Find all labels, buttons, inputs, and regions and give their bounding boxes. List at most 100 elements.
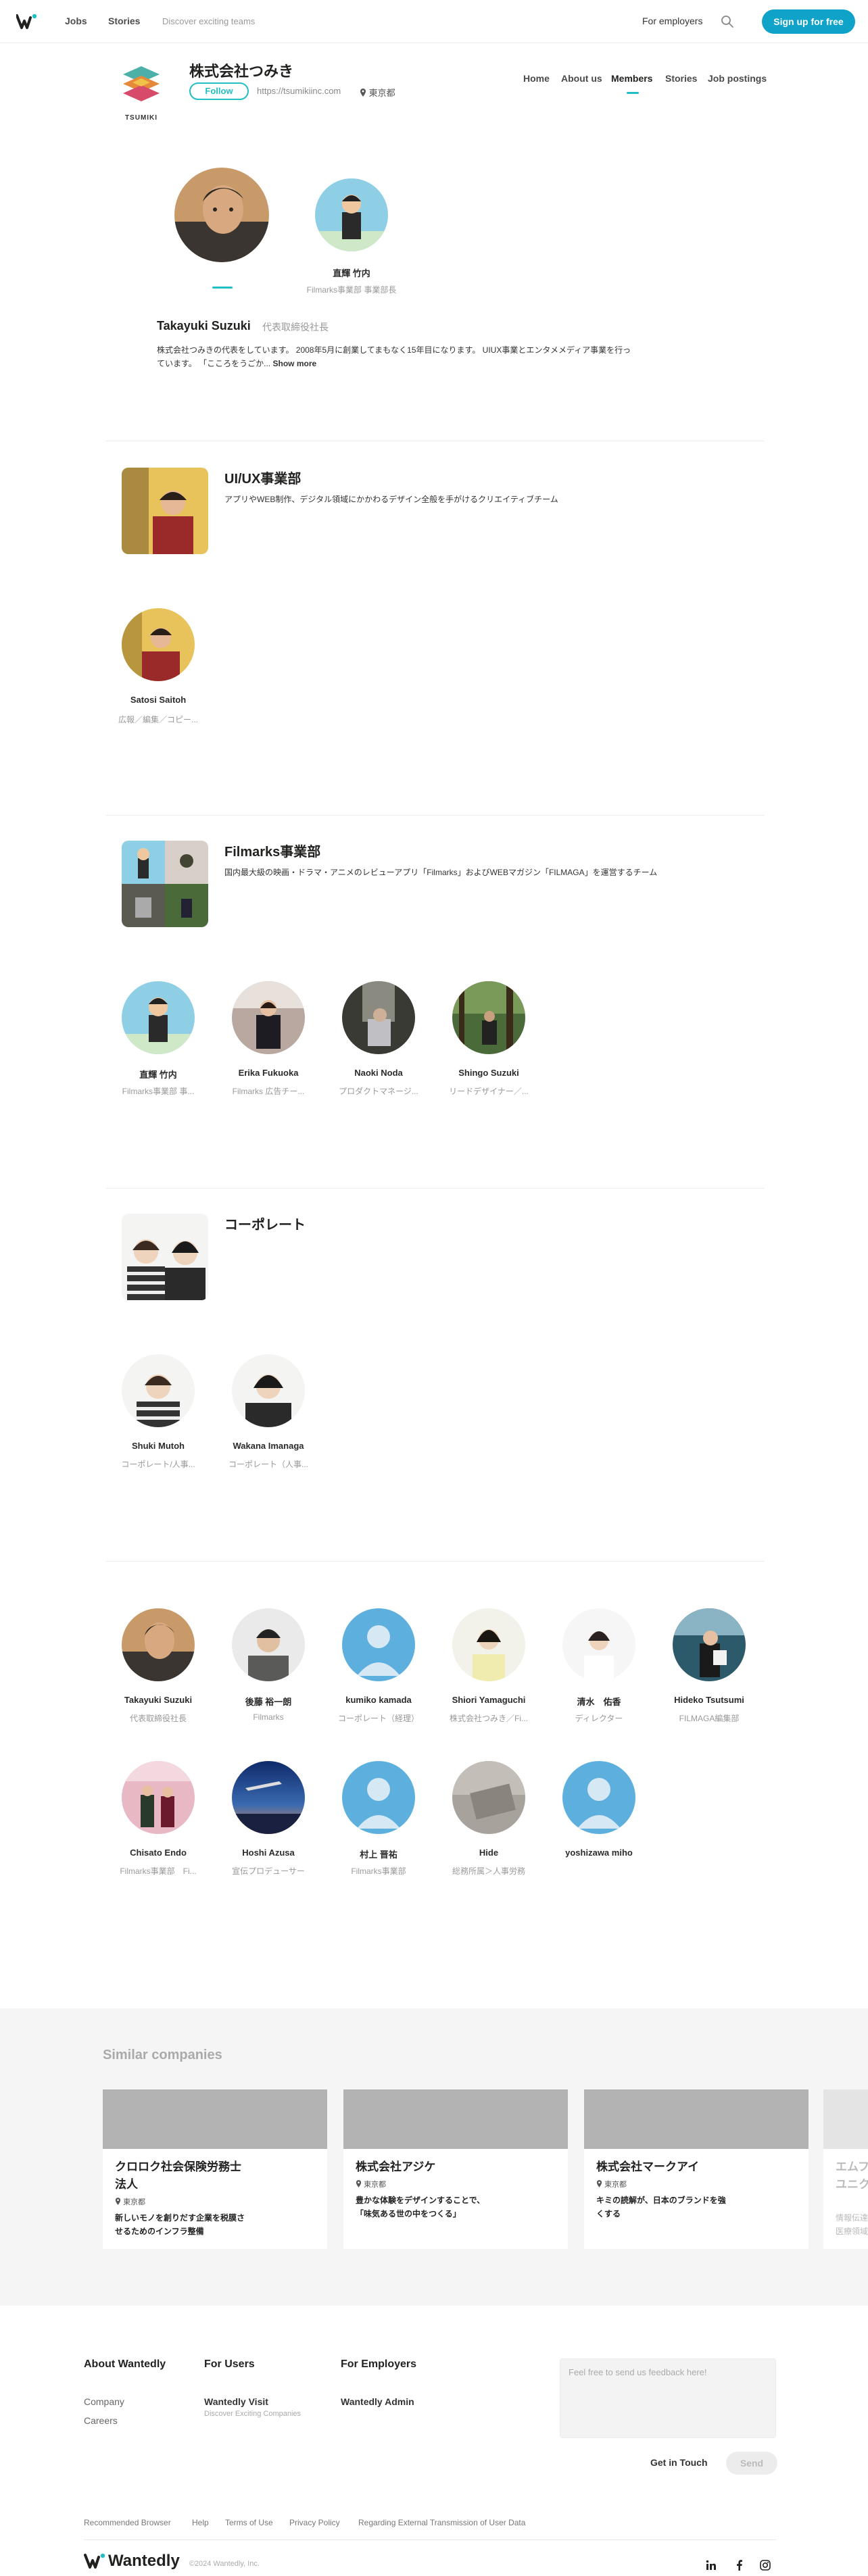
footer-wantedly-visit-link[interactable]: Wantedly Visit	[204, 2396, 268, 2407]
member-avatar-naoki-takeuchi[interactable]	[315, 178, 388, 251]
member-avatar-shimizu[interactable]	[562, 1608, 635, 1681]
card-name-line: 法人	[115, 2178, 138, 2191]
instagram-icon[interactable]	[760, 2560, 771, 2571]
team-image-filmarks[interactable]	[122, 841, 208, 927]
member-avatar-yoshizawa[interactable]	[562, 1761, 635, 1834]
search-icon[interactable]	[721, 15, 734, 28]
default-user-icon	[342, 1761, 415, 1834]
tab-members[interactable]: Members	[611, 73, 652, 84]
company-card[interactable]: 株式会社アジケ 東京都 豊かな体験をデザインすることで、 「味気ある世の中をつく…	[343, 2089, 568, 2249]
tab-job-postings[interactable]: Job postings	[708, 73, 767, 84]
footer-careers-link[interactable]: Careers	[84, 2415, 118, 2426]
footer-legal-link[interactable]: Recommended Browser	[84, 2518, 171, 2527]
company-card-name: 株式会社マークアイ	[596, 2158, 796, 2176]
member-avatar-satosi[interactable]	[122, 608, 195, 681]
tab-home[interactable]: Home	[523, 73, 550, 84]
footer-legal-link[interactable]: Help	[192, 2518, 209, 2527]
footer-legal-link[interactable]: Regarding External Transmission of User …	[358, 2518, 525, 2527]
footer-wantedly-admin-link[interactable]: Wantedly Admin	[341, 2396, 414, 2407]
company-card-location: 東京都	[356, 2179, 386, 2189]
team-title: コーポレート	[224, 1218, 306, 1233]
company-card-location: 東京都	[596, 2179, 627, 2189]
member-avatar-chisato[interactable]	[122, 1761, 195, 1834]
member-role: コーポレート/人事...	[121, 1460, 195, 1469]
similar-companies-title: Similar companies	[103, 2048, 222, 2062]
company-card-image	[823, 2089, 868, 2149]
card-desc-line: 豊かな体験をデザインすることで、	[356, 2196, 485, 2205]
card-desc-line: くする	[596, 2209, 621, 2219]
member-avatar-kumiko[interactable]	[342, 1608, 415, 1681]
member-avatar-hoshi[interactable]	[232, 1761, 305, 1834]
team-title: Filmarks事業部	[224, 845, 321, 860]
footer-legal-link[interactable]: Privacy Policy	[289, 2518, 340, 2527]
location-pin-icon	[360, 89, 366, 97]
company-card-name: エムフ ユニク	[836, 2158, 868, 2194]
company-logo[interactable]: TSUMIKI	[119, 65, 164, 122]
member-avatar-hide[interactable]	[452, 1761, 525, 1834]
signup-button[interactable]: Sign up for free	[762, 9, 855, 34]
brand-wordmark: Wantedly	[108, 2552, 180, 2570]
copyright-text: ©2024 Wantedly, Inc.	[189, 2560, 260, 2568]
wantedly-logo-icon[interactable]	[16, 14, 38, 30]
top-navbar: Jobs Stories Discover exciting teams For…	[0, 0, 868, 43]
nav-stories[interactable]: Stories	[108, 16, 140, 26]
bio-line: ています。 「こころをうごか...	[157, 359, 271, 368]
member-name: yoshizawa miho	[565, 1848, 633, 1858]
company-card-image	[343, 2089, 568, 2149]
linkedin-icon[interactable]	[706, 2560, 717, 2571]
card-name-line: ユニク	[836, 2178, 868, 2191]
team-image-corporate[interactable]	[122, 1214, 208, 1300]
show-more-link[interactable]: Show more	[272, 359, 316, 368]
company-card[interactable]: エムフ ユニク 情報伝達 医療領域	[823, 2089, 868, 2249]
footer-about-heading: About Wantedly	[84, 2358, 166, 2370]
footer-company-link[interactable]: Company	[84, 2396, 124, 2407]
location-pin-icon	[596, 2180, 602, 2187]
card-desc-line: 「味気ある世の中をつくる」	[356, 2209, 461, 2219]
company-card-name: クロロク社会保険労務士 法人	[115, 2158, 315, 2194]
company-card-name: 株式会社アジケ	[356, 2158, 556, 2176]
member-avatar-naoki-noda[interactable]	[342, 981, 415, 1054]
member-role: Filmarks事業部 事業部長	[306, 285, 397, 295]
company-card[interactable]: クロロク社会保険労務士 法人 東京都 新しいモノを創りだす企業を税膜さ せるため…	[103, 2089, 327, 2249]
member-avatar-takayuki[interactable]	[174, 168, 269, 262]
facebook-icon[interactable]	[734, 2560, 745, 2571]
location-text: 東京都	[368, 88, 395, 98]
member-avatar-hideko[interactable]	[673, 1608, 746, 1681]
company-card[interactable]: 株式会社マークアイ 東京都 キミの読解が、日本のブランドを強 くする	[584, 2089, 809, 2249]
tab-stories[interactable]: Stories	[665, 73, 697, 84]
company-url[interactable]: https://tsumikiinc.com	[257, 86, 341, 96]
card-location-text: 東京都	[604, 2181, 627, 2189]
nav-jobs[interactable]: Jobs	[65, 16, 87, 26]
team-description: アプリやWEB制作、デジタル領域にかかわるデザイン全般を手がけるクリエイティブチ…	[224, 495, 558, 504]
nav-discover[interactable]: Discover exciting teams	[162, 16, 255, 26]
member-avatar-murakami[interactable]	[342, 1761, 415, 1834]
get-in-touch-link[interactable]: Get in Touch	[650, 2457, 708, 2468]
default-user-icon	[342, 1608, 415, 1681]
member-avatar-shuki[interactable]	[122, 1354, 195, 1427]
member-role: ディレクター	[575, 1714, 623, 1723]
member-role: コーポレート（人事...	[228, 1460, 308, 1469]
nav-for-employers[interactable]: For employers	[642, 16, 702, 26]
active-tab-indicator	[627, 92, 639, 94]
member-name: Wakana Imanaga	[233, 1441, 304, 1451]
company-name: 株式会社つみき	[189, 63, 294, 80]
member-name: Hideko Tsutsumi	[674, 1695, 744, 1705]
card-name-line: 株式会社アジケ	[356, 2160, 436, 2173]
footer-legal-link[interactable]: Terms of Use	[225, 2518, 273, 2527]
follow-button[interactable]: Follow	[189, 82, 249, 100]
member-avatar-wakana[interactable]	[232, 1354, 305, 1427]
member-avatar-erika[interactable]	[232, 981, 305, 1054]
member-avatar-takayuki[interactable]	[122, 1608, 195, 1681]
member-avatar-shiori[interactable]	[452, 1608, 525, 1681]
feedback-textarea[interactable]: Feel free to send us feedback here!	[560, 2358, 776, 2438]
card-location-text: 東京都	[123, 2198, 146, 2206]
send-button[interactable]: Send	[726, 2452, 777, 2475]
wantedly-logo-icon	[84, 2553, 105, 2569]
member-role: Filmarks事業部 Fi...	[120, 1866, 197, 1876]
tab-about-us[interactable]: About us	[561, 73, 602, 84]
member-avatar-shingo[interactable]	[452, 981, 525, 1054]
team-image-uiux[interactable]	[122, 468, 208, 554]
member-avatar-goto[interactable]	[232, 1608, 305, 1681]
footer-brand[interactable]: Wantedly ©2024 Wantedly, Inc.	[84, 2552, 260, 2571]
member-avatar-naoki-takeuchi[interactable]	[122, 981, 195, 1054]
